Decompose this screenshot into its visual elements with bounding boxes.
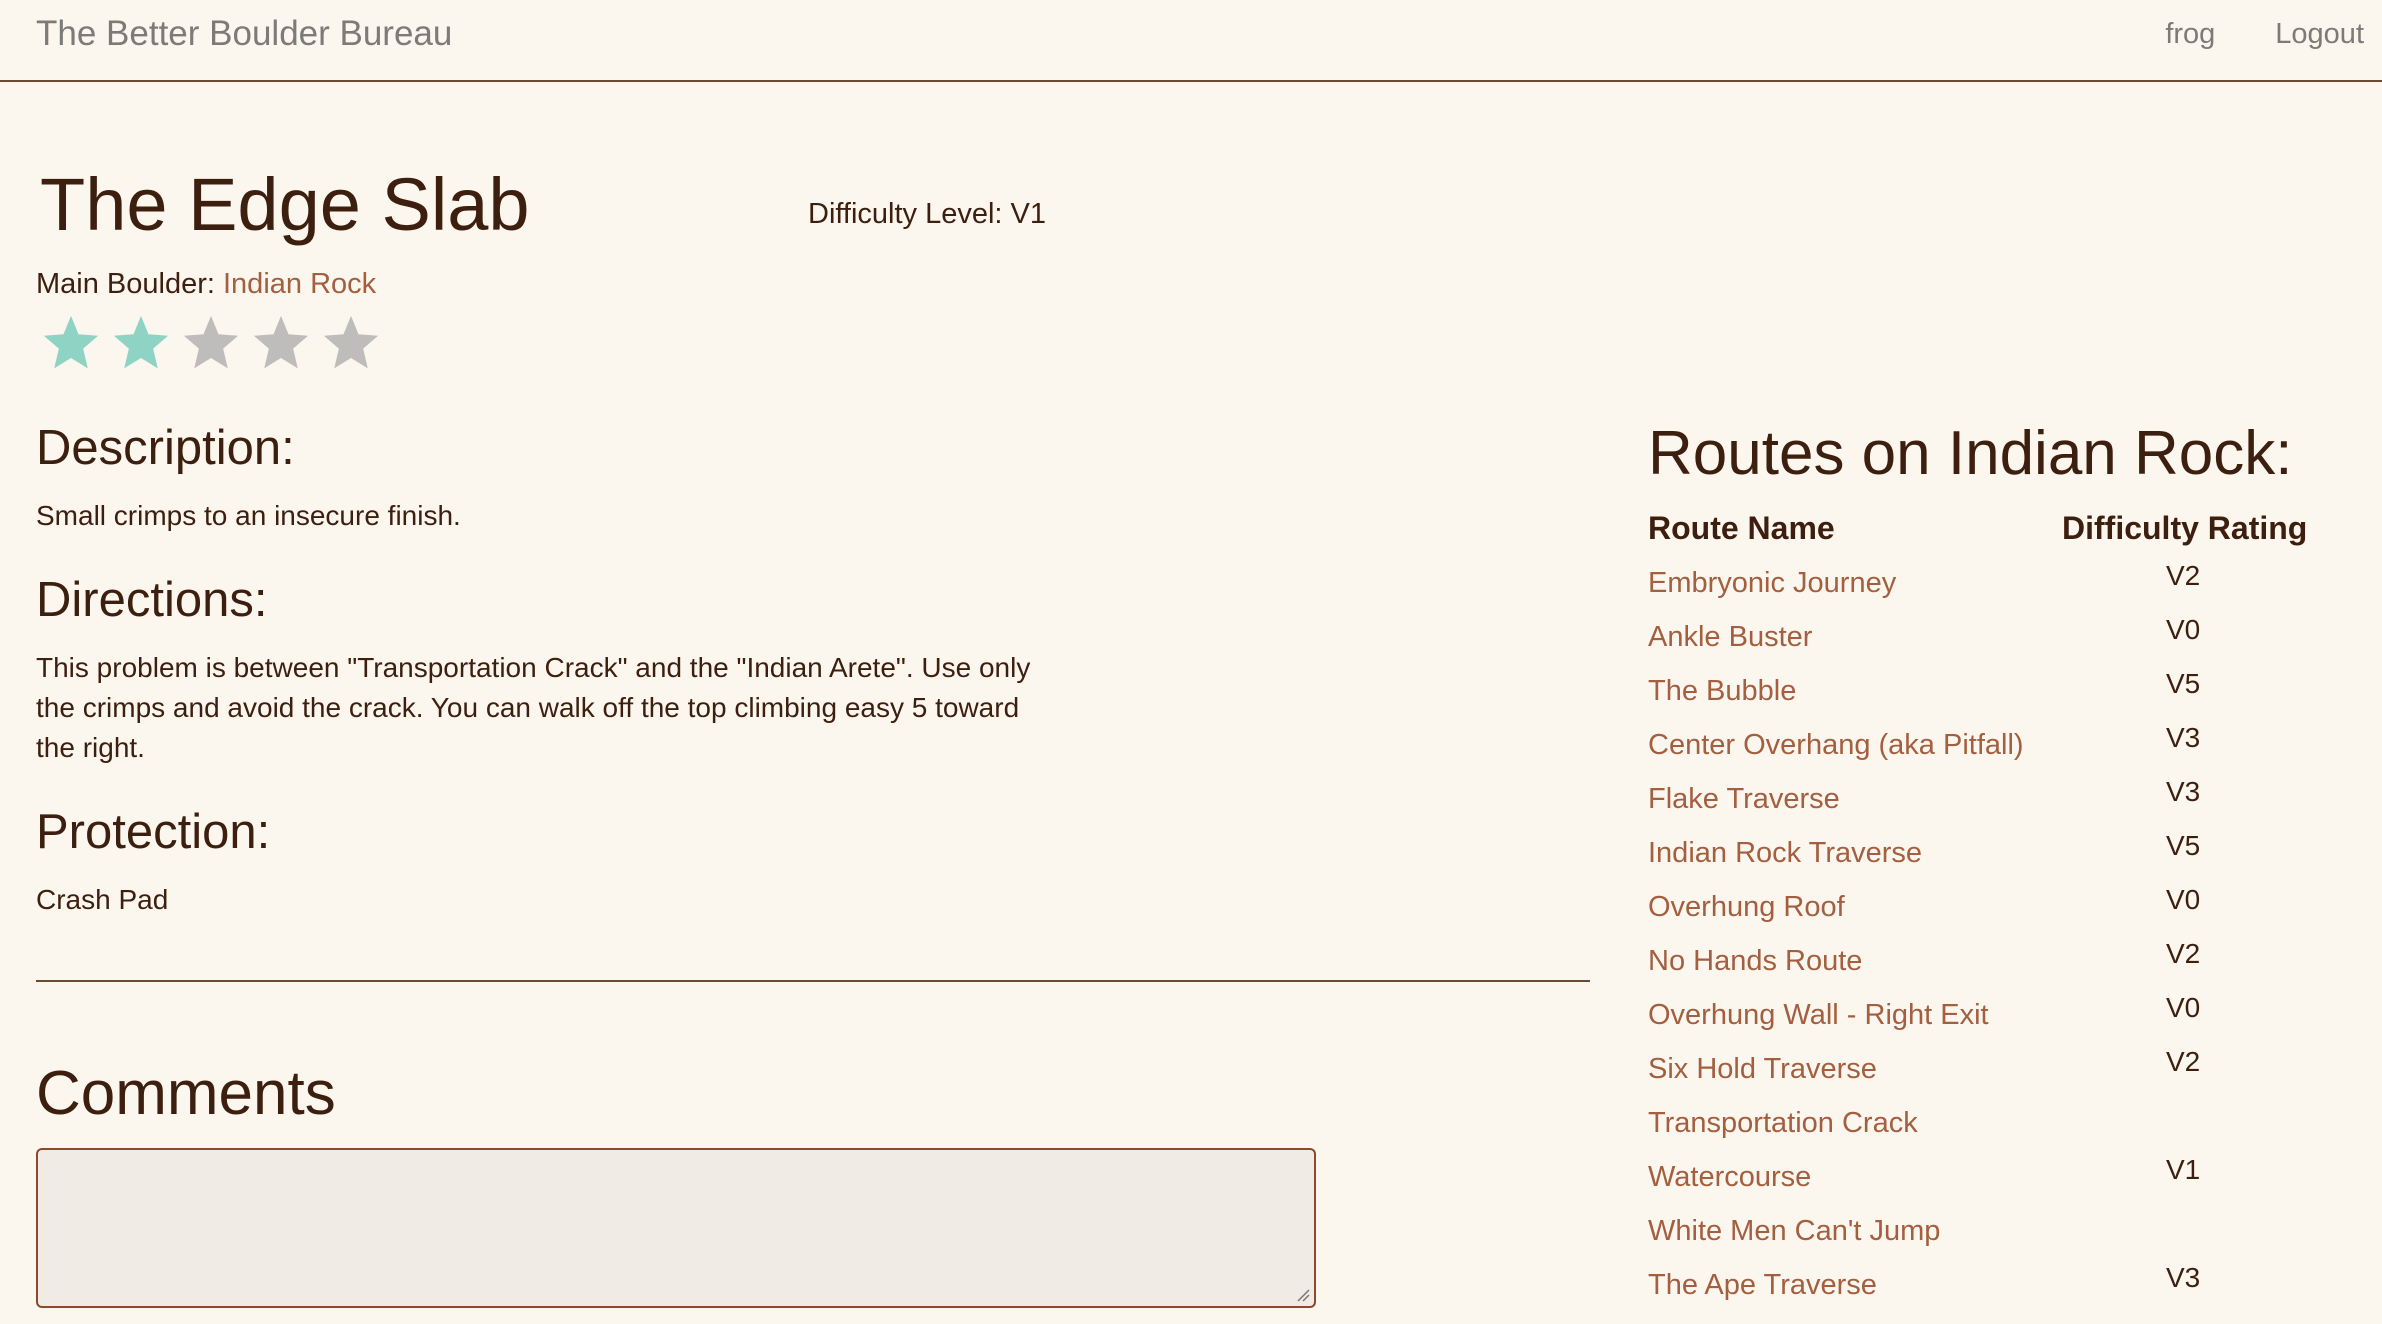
- navbar: The Better Boulder Bureau frog Logout: [0, 0, 2382, 82]
- column-header-difficulty: Difficulty Rating: [2062, 510, 2308, 546]
- route-name-link[interactable]: Transportation Crack: [1648, 1096, 2062, 1150]
- route-difficulty: V3: [2166, 722, 2201, 753]
- route-name-link[interactable]: Flake Traverse: [1648, 772, 2062, 826]
- protection-heading: Protection:: [36, 805, 271, 859]
- main-boulder-link[interactable]: Indian Rock: [223, 268, 376, 300]
- route-difficulty: V0: [2166, 614, 2201, 645]
- column-header-route-name: Route Name: [1648, 510, 1835, 546]
- main-boulder: Main Boulder: Indian Rock: [36, 268, 376, 301]
- nav-links: frog Logout: [2165, 18, 2364, 51]
- route-name-link[interactable]: The Ape Traverse: [1648, 1258, 2062, 1312]
- description-text: Small crimps to an insecure finish.: [36, 500, 461, 531]
- directions-heading: Directions:: [36, 573, 268, 627]
- difficulty-level: Difficulty Level: V1: [808, 198, 1047, 230]
- route-name-link[interactable]: No Hands Route: [1648, 934, 2062, 988]
- route-difficulty: V1: [2166, 1154, 2201, 1185]
- route-name-link[interactable]: Watercourse: [1648, 1150, 2062, 1204]
- routes-table-body: Embryonic Journey V2 Ankle Buster V0 The Bub…: [1648, 556, 2348, 1312]
- route-name-link[interactable]: Overhung Roof: [1648, 880, 2062, 934]
- directions-text-line-1: This problem is between "Transportation …: [36, 652, 1031, 683]
- comments-heading: Comments: [36, 1059, 336, 1128]
- star-rating[interactable]: [40, 312, 382, 374]
- route-difficulty: V3: [2166, 776, 2201, 807]
- route-difficulty: V5: [2166, 668, 2201, 699]
- routes-table-header: Route Name Difficulty Rating: [1648, 510, 2348, 556]
- route-name-link[interactable]: Six Hold Traverse: [1648, 1042, 2062, 1096]
- route-difficulty: V0: [2166, 884, 2201, 915]
- directions-text-line-2: the crimps and avoid the crack. You can …: [36, 692, 1020, 723]
- star-empty-icon[interactable]: [250, 312, 312, 374]
- route-name-link[interactable]: Center Overhang (aka Pitfall): [1648, 718, 2062, 772]
- resize-grip-icon[interactable]: [1296, 1288, 1310, 1302]
- page-title: The Edge Slab: [40, 163, 530, 246]
- route-difficulty: [2062, 1096, 2348, 1150]
- description-heading: Description:: [36, 421, 295, 475]
- route-row: Transportation Crack: [1648, 1096, 2348, 1150]
- directions-text-line-3: the right.: [36, 732, 145, 763]
- route-difficulty: V3: [2166, 1262, 2201, 1293]
- route-difficulty: V0: [2166, 992, 2201, 1023]
- route-row: Indian Rock Traverse V5: [1648, 826, 2348, 880]
- comment-input[interactable]: [36, 1148, 1316, 1308]
- routes-heading: Routes on Indian Rock:: [1648, 419, 2293, 488]
- star-filled-icon[interactable]: [40, 312, 102, 374]
- route-row: Flake Traverse V3: [1648, 772, 2348, 826]
- route-row: No Hands Route V2: [1648, 934, 2348, 988]
- star-empty-icon[interactable]: [180, 312, 242, 374]
- route-row: The Bubble V5: [1648, 664, 2348, 718]
- route-row: Ankle Buster V0: [1648, 610, 2348, 664]
- route-name-link[interactable]: Ankle Buster: [1648, 610, 2062, 664]
- divider: [36, 980, 1590, 982]
- route-name-link[interactable]: The Bubble: [1648, 664, 2062, 718]
- route-name-link[interactable]: Overhung Wall - Right Exit: [1648, 988, 2062, 1042]
- routes-table: Route Name Difficulty Rating Embryonic J…: [1648, 510, 2348, 1312]
- route-row: Overhung Roof V0: [1648, 880, 2348, 934]
- main-boulder-label: Main Boulder:: [36, 268, 223, 300]
- route-row: The Ape Traverse V3: [1648, 1258, 2348, 1312]
- route-name-link[interactable]: Embryonic Journey: [1648, 556, 2062, 610]
- route-row: White Men Can't Jump: [1648, 1204, 2348, 1258]
- route-difficulty: V5: [2166, 830, 2201, 861]
- user-link[interactable]: frog: [2165, 18, 2215, 51]
- route-row: Overhung Wall - Right Exit V0: [1648, 988, 2348, 1042]
- route-difficulty: V2: [2166, 1046, 2201, 1077]
- route-row: Center Overhang (aka Pitfall) V3: [1648, 718, 2348, 772]
- route-name-link[interactable]: Indian Rock Traverse: [1648, 826, 2062, 880]
- route-row: Six Hold Traverse V2: [1648, 1042, 2348, 1096]
- star-empty-icon[interactable]: [320, 312, 382, 374]
- brand-link[interactable]: The Better Boulder Bureau: [36, 14, 452, 54]
- route-row: Embryonic Journey V2: [1648, 556, 2348, 610]
- route-name-link[interactable]: White Men Can't Jump: [1648, 1204, 2062, 1258]
- star-filled-icon[interactable]: [110, 312, 172, 374]
- protection-text: Crash Pad: [36, 884, 169, 915]
- route-difficulty: [2062, 1204, 2348, 1258]
- route-row: Watercourse V1: [1648, 1150, 2348, 1204]
- route-difficulty: V2: [2166, 560, 2201, 591]
- logout-link[interactable]: Logout: [2275, 18, 2364, 51]
- route-difficulty: V2: [2166, 938, 2201, 969]
